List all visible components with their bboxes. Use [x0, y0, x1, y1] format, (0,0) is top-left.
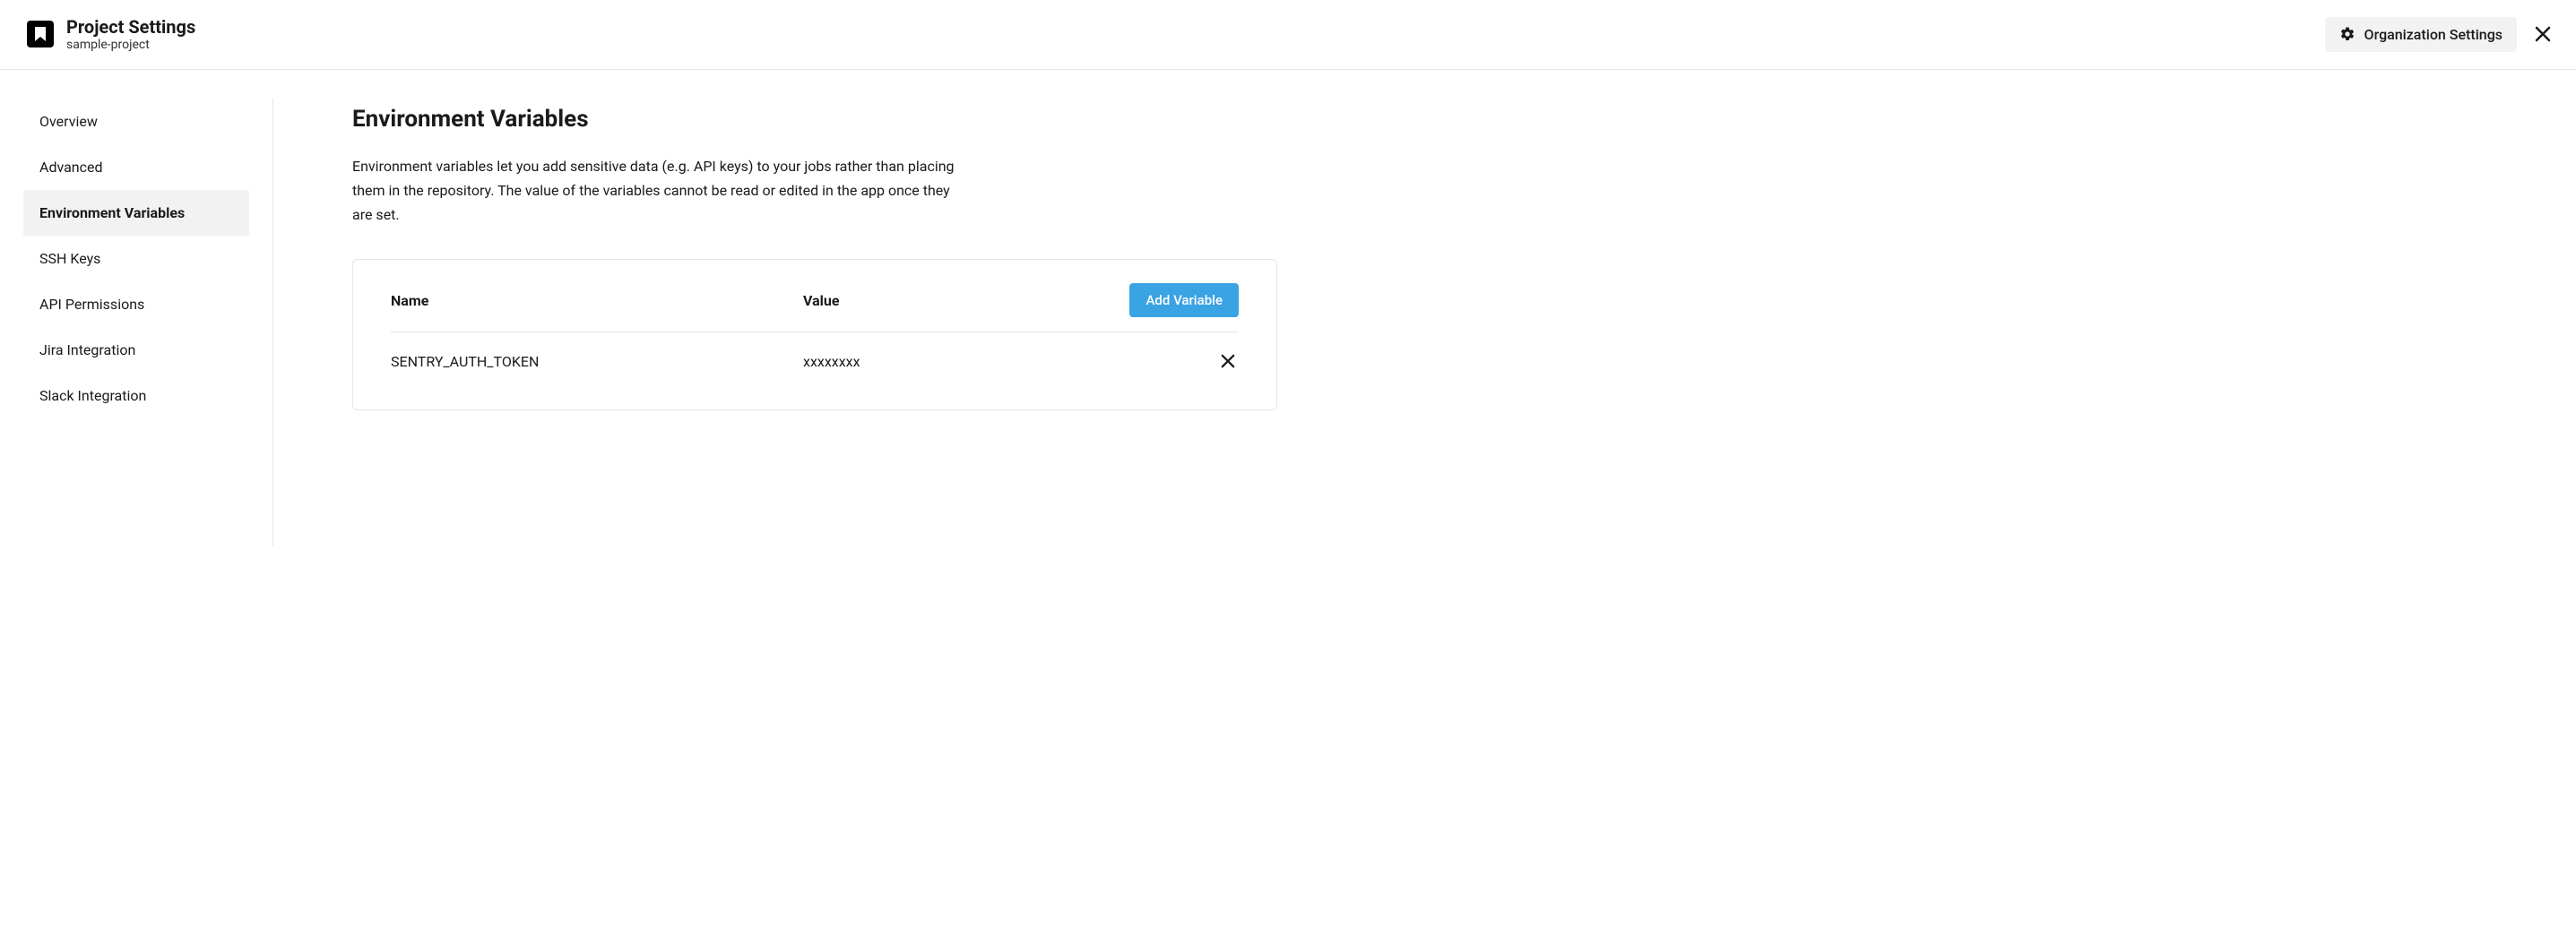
- sidebar-item-slack-integration[interactable]: Slack Integration: [23, 373, 249, 418]
- gear-icon: [2339, 26, 2356, 42]
- sidebar-item-label: Overview: [39, 113, 98, 130]
- var-name: SENTRY_AUTH_TOKEN: [391, 353, 803, 370]
- sidebar: Overview Advanced Environment Variables …: [0, 99, 273, 547]
- delete-variable-button[interactable]: [1217, 350, 1239, 372]
- sidebar-item-ssh-keys[interactable]: SSH Keys: [23, 236, 249, 281]
- table-header-row: Name Value Add Variable: [391, 283, 1239, 332]
- header-left: Project Settings sample-project: [27, 16, 195, 53]
- column-action: Add Variable: [1129, 283, 1239, 317]
- sidebar-item-api-permissions[interactable]: API Permissions: [23, 281, 249, 327]
- close-button[interactable]: [2531, 22, 2554, 46]
- project-name: sample-project: [66, 38, 195, 53]
- page-header: Project Settings sample-project Organiza…: [0, 0, 2576, 70]
- table-row: SENTRY_AUTH_TOKEN xxxxxxxx: [391, 332, 1239, 372]
- sidebar-item-label: API Permissions: [39, 296, 144, 313]
- main-wrap: Overview Advanced Environment Variables …: [0, 70, 2576, 547]
- page-title: Environment Variables: [352, 106, 1277, 133]
- add-variable-button[interactable]: Add Variable: [1129, 283, 1239, 317]
- sidebar-item-jira-integration[interactable]: Jira Integration: [23, 327, 249, 373]
- close-icon: [1221, 354, 1235, 368]
- sidebar-item-environment-variables[interactable]: Environment Variables: [23, 190, 249, 236]
- header-right: Organization Settings: [2325, 17, 2554, 52]
- column-header-name: Name: [391, 292, 803, 309]
- var-value: xxxxxxxx: [803, 353, 1217, 370]
- sidebar-item-label: Advanced: [39, 159, 103, 176]
- sidebar-item-label: Environment Variables: [39, 204, 185, 221]
- header-title-block: Project Settings sample-project: [66, 16, 195, 53]
- project-icon: [27, 21, 54, 47]
- bookmark-icon: [34, 26, 47, 42]
- row-action: [1217, 350, 1239, 372]
- page-description: Environment variables let you add sensit…: [352, 154, 962, 228]
- organization-settings-button[interactable]: Organization Settings: [2325, 17, 2517, 52]
- org-settings-label: Organization Settings: [2364, 26, 2503, 43]
- sidebar-item-advanced[interactable]: Advanced: [23, 144, 249, 190]
- sidebar-item-label: Jira Integration: [39, 341, 135, 358]
- close-icon: [2535, 26, 2551, 42]
- sidebar-item-overview[interactable]: Overview: [23, 99, 249, 144]
- sidebar-item-label: SSH Keys: [39, 250, 100, 267]
- content: Environment Variables Environment variab…: [273, 99, 1331, 547]
- sidebar-item-label: Slack Integration: [39, 387, 146, 404]
- page-title-header: Project Settings: [66, 16, 195, 38]
- env-vars-card: Name Value Add Variable SENTRY_AUTH_TOKE…: [352, 259, 1277, 410]
- column-header-value: Value: [803, 292, 1129, 309]
